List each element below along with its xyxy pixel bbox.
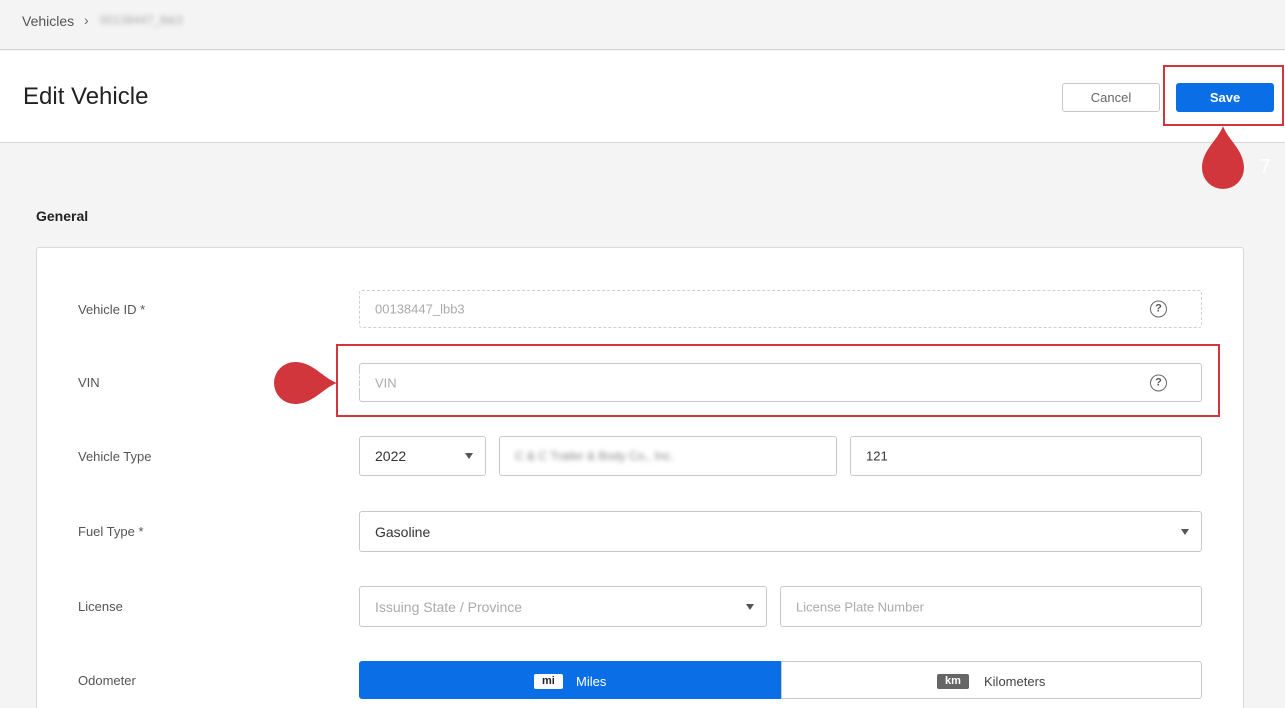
license-plate-input[interactable]: License Plate Number <box>780 586 1202 627</box>
page-title: Edit Vehicle <box>23 83 149 110</box>
teardrop-marker-icon <box>274 362 337 404</box>
make-input[interactable]: C & C Trailer & Body Co., Inc. <box>499 436 837 476</box>
issuing-state-placeholder: Issuing State / Province <box>375 598 523 615</box>
odometer-label: Odometer <box>78 673 136 688</box>
miles-label: Miles <box>576 674 607 689</box>
odometer-miles-toggle[interactable]: mi Miles <box>359 661 781 699</box>
year-value: 2022 <box>375 448 407 464</box>
save-callout-box <box>1163 65 1284 126</box>
step-marker-6: 6 <box>273 362 366 404</box>
make-value: C & C Trailer & Body Co., Inc. <box>515 449 674 463</box>
page-header: Edit Vehicle Cancel Save <box>0 51 1285 143</box>
breadcrumb-vehicles-link[interactable]: Vehicles <box>22 13 74 29</box>
vehicle-type-label: Vehicle Type <box>78 449 152 464</box>
fuel-type-label: Fuel Type * <box>78 524 144 539</box>
vin-callout-box <box>336 344 1220 417</box>
chevron-right-icon: › <box>84 12 89 28</box>
caret-down-icon <box>746 603 754 610</box>
odometer-km-toggle[interactable]: km Kilometers <box>781 661 1202 699</box>
caret-down-icon <box>465 453 473 459</box>
model-input[interactable]: 121 <box>850 436 1202 476</box>
vehicle-id-label: Vehicle ID * <box>78 302 146 317</box>
breadcrumb-current: 00138447_lbb3 <box>100 13 183 27</box>
license-plate-placeholder: License Plate Number <box>796 599 924 614</box>
license-label: License <box>78 599 123 614</box>
year-select[interactable]: 2022 <box>359 436 486 476</box>
breadcrumb: Vehicles › 00138447_lbb3 <box>0 0 1285 50</box>
help-icon[interactable]: ? <box>1150 300 1167 318</box>
vehicle-id-value: 00138447_lbb3 <box>375 301 465 317</box>
issuing-state-select[interactable]: Issuing State / Province <box>359 586 767 627</box>
miles-badge: mi <box>534 674 563 689</box>
model-value: 121 <box>866 448 888 464</box>
step-marker-7: 7 <box>1202 126 1271 190</box>
vin-label: VIN <box>78 375 100 390</box>
cancel-button[interactable]: Cancel <box>1062 83 1160 112</box>
step-marker-7-label: 7 <box>1259 156 1271 178</box>
fuel-type-select[interactable]: Gasoline <box>359 511 1202 552</box>
teardrop-marker-icon <box>1202 126 1244 189</box>
vehicle-id-field: 00138447_lbb3 ? <box>359 290 1202 328</box>
fuel-type-value: Gasoline <box>375 523 431 540</box>
km-label: Kilometers <box>984 674 1046 689</box>
km-badge: km <box>937 674 969 689</box>
step-marker-6-label: 6 <box>354 371 366 393</box>
caret-down-icon <box>1181 528 1189 535</box>
section-title-general: General <box>36 208 89 224</box>
